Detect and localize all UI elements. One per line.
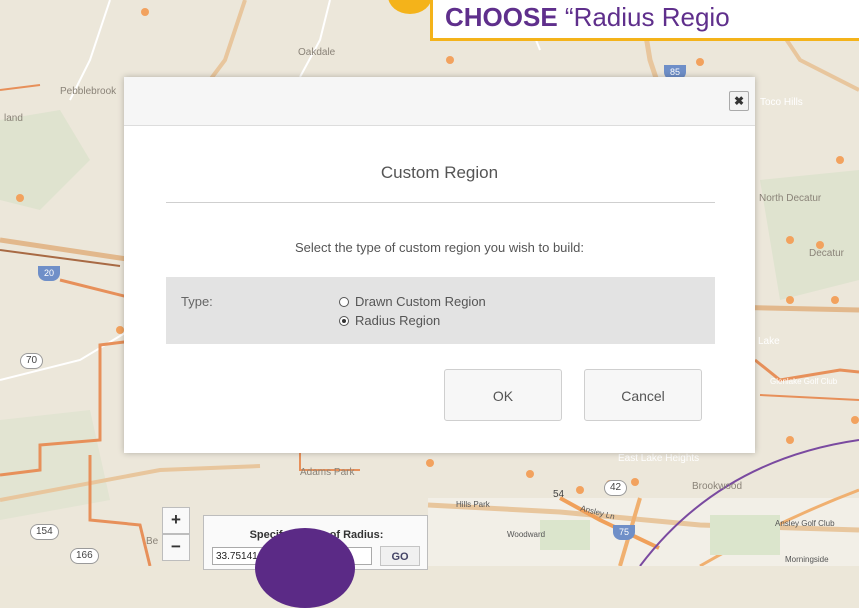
ok-button[interactable]: OK (444, 369, 562, 421)
map-label-land: land (4, 113, 23, 124)
option-label-radius: Radius Region (355, 313, 441, 328)
go-button[interactable]: GO (380, 546, 420, 566)
radio-radius-region[interactable] (339, 315, 349, 326)
callout-target: “Radius Regio (557, 2, 730, 32)
callout-text: CHOOSE “Radius Regio (445, 2, 730, 33)
zoom-in-button[interactable]: + (162, 507, 190, 534)
radio-drawn-custom-region[interactable] (339, 296, 349, 307)
option-radius-region[interactable]: Radius Region (339, 313, 440, 328)
map-label-toco-hills: Toco Hills (760, 97, 803, 108)
highway-20-shield: 20 (38, 266, 60, 281)
custom-region-dialog: ✖ Custom Region Select the type of custo… (124, 77, 755, 453)
highway-154-badge: 154 (30, 524, 59, 540)
option-drawn-custom-region[interactable]: Drawn Custom Region (339, 294, 486, 309)
map-label-glenlake: Glenlake Golf Club (770, 377, 838, 386)
highway-70-badge: 70 (20, 353, 44, 369)
highway-75-shield: 75 (613, 525, 635, 540)
dialog-instruction: Select the type of custom region you wis… (294, 240, 585, 255)
map-label-morningside: Morningside (785, 555, 829, 564)
map-label-east-lake-heights: East Lake Heights (618, 453, 700, 464)
region-type-panel: Type: Drawn Custom Region Radius Region (166, 277, 715, 344)
map-label-north-decatur: North Decatur (759, 193, 822, 204)
map-label-adams-park: Adams Park (300, 467, 355, 478)
map-label-hills-park: Hills Park (456, 500, 490, 509)
instruction-callout: CHOOSE “Radius Regio (430, 0, 859, 41)
title-divider (166, 202, 715, 203)
type-label: Type: (181, 294, 213, 309)
presenter-avatar-shape (255, 528, 355, 608)
zoom-out-button[interactable]: − (162, 534, 190, 561)
callout-verb: CHOOSE (445, 2, 558, 32)
map-label-be: Be (146, 536, 159, 547)
map-label-oakdale: Oakdale (298, 47, 336, 58)
highway-54-badge: 54 (553, 489, 565, 500)
highway-166-badge: 166 (70, 548, 99, 564)
map-label-pebblebrook: Pebblebrook (60, 86, 117, 97)
option-label-drawn: Drawn Custom Region (355, 294, 486, 309)
close-button[interactable]: ✖ (729, 91, 749, 111)
map-label-woodward: Woodward (507, 530, 546, 539)
map-label-lake: Lake (758, 336, 780, 347)
highway-42-badge: 42 (604, 480, 628, 496)
map-label-brookwood: Brookwood (692, 481, 743, 492)
map-label-ansley-golf-club: Ansley Golf Club (775, 519, 835, 528)
dialog-header: ✖ (124, 77, 755, 126)
cancel-button[interactable]: Cancel (584, 369, 702, 421)
dialog-title: Custom Region (380, 163, 499, 182)
map-label-decatur: Decatur (809, 248, 845, 259)
